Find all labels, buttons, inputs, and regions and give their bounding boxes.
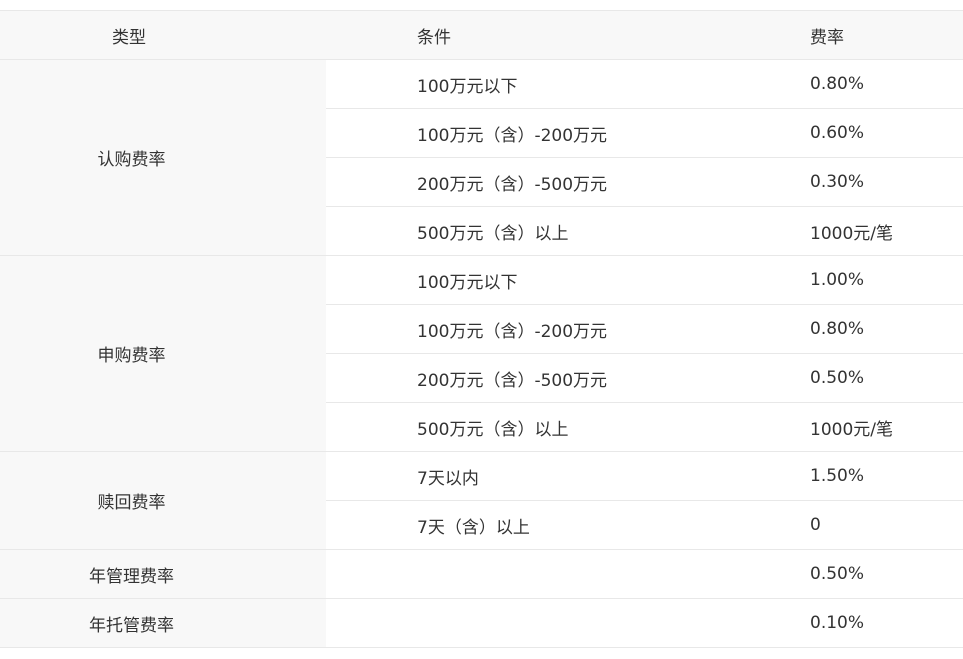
- rate-cell: 1000元/笔: [719, 206, 963, 256]
- table-row: 年管理费率 0.50%: [0, 549, 963, 599]
- header-rate: 费率: [719, 10, 963, 60]
- table-row: 年托管费率 0.10%: [0, 598, 963, 648]
- rate-cell: 1.00%: [719, 255, 963, 305]
- table-row: 认购费率 100万元以下 0.80%: [0, 59, 963, 256]
- fee-type-cell: 赎回费率: [0, 451, 326, 550]
- rate-cell: 0.50%: [719, 549, 963, 599]
- condition-cell: [326, 549, 719, 599]
- rate-cell: 0.30%: [719, 157, 963, 207]
- rate-cell: 0.10%: [719, 598, 963, 648]
- rate-cell: 0.80%: [719, 59, 963, 109]
- rate-cell: 0.60%: [719, 108, 963, 158]
- condition-cell: 100万元以下: [326, 255, 719, 305]
- rate-cell: 0: [719, 500, 963, 550]
- rate-cell: 1000元/笔: [719, 402, 963, 452]
- fee-type-cell: 年托管费率: [0, 598, 326, 648]
- table-row: 申购费率 100万元以下 1.00%: [0, 255, 963, 452]
- condition-cell: 200万元（含）-500万元: [326, 157, 719, 207]
- condition-cell: 500万元（含）以上: [326, 206, 719, 256]
- fee-type-cell: 年管理费率: [0, 549, 326, 599]
- condition-cell: 7天（含）以上: [326, 500, 719, 550]
- condition-cell: 100万元以下: [326, 59, 719, 109]
- condition-cell: 100万元（含）-200万元: [326, 304, 719, 354]
- condition-cell: 200万元（含）-500万元: [326, 353, 719, 403]
- rate-cell: 1.50%: [719, 451, 963, 501]
- header-condition: 条件: [326, 10, 719, 60]
- condition-cell: 500万元（含）以上: [326, 402, 719, 452]
- table-header: 类型 条件 费率: [0, 10, 963, 60]
- header-row: 类型 条件 费率: [0, 10, 963, 60]
- header-type: 类型: [0, 10, 326, 60]
- table-row: 赎回费率 7天以内 1.50%: [0, 451, 963, 550]
- fee-type-cell: 认购费率: [0, 59, 326, 256]
- condition-cell: 100万元（含）-200万元: [326, 108, 719, 158]
- fee-rate-table: 类型 条件 费率 认购费率 100万元以下 0.80% 100万元（含）-200…: [0, 10, 963, 648]
- fee-type-cell: 申购费率: [0, 255, 326, 452]
- condition-cell: 7天以内: [326, 451, 719, 501]
- rate-cell: 0.80%: [719, 304, 963, 354]
- table-body: 认购费率 100万元以下 0.80% 100万元（含）-200万元 0.60% …: [0, 59, 963, 648]
- condition-cell: [326, 598, 719, 648]
- rate-cell: 0.50%: [719, 353, 963, 403]
